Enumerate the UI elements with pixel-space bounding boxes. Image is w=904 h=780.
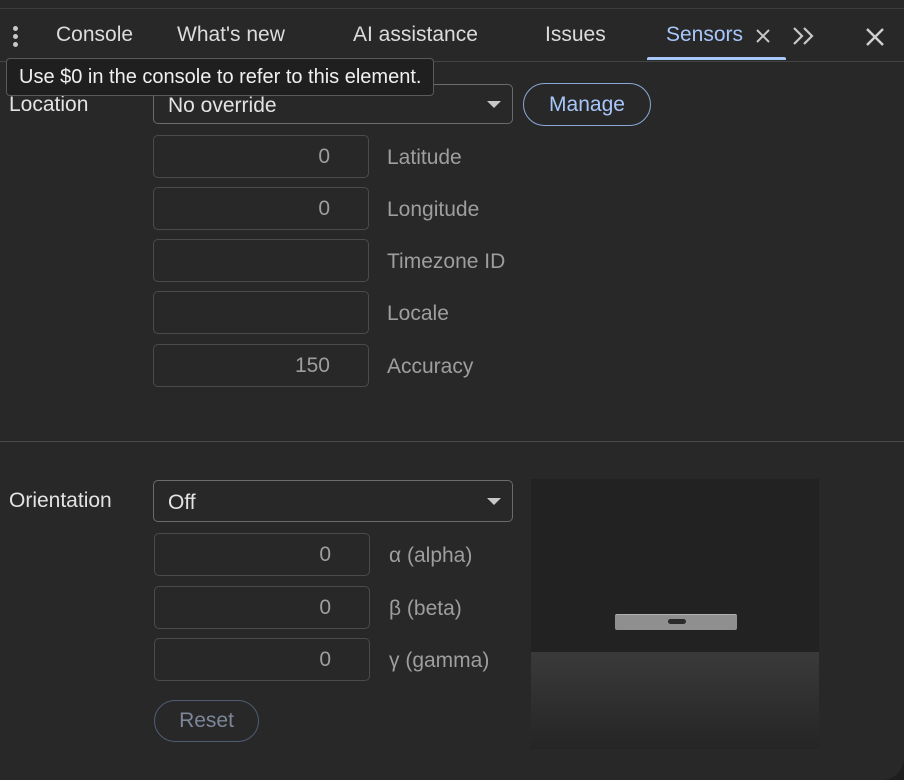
active-tab-indicator [647,57,786,60]
chevron-double-right-icon[interactable] [790,25,818,47]
orientation-preview[interactable] [531,479,819,749]
latitude-label: Latitude [387,146,462,169]
location-label: Location [9,93,89,116]
longitude-label: Longitude [387,198,480,221]
tab-issues[interactable]: Issues [545,23,606,47]
alpha-input[interactable] [154,533,370,576]
gamma-label: γ (gamma) [389,649,490,672]
accuracy-label: Accuracy [387,355,474,378]
reset-button[interactable]: Reset [154,700,259,742]
element-tooltip: Use $0 in the console to refer to this e… [6,58,435,96]
tab-sensors[interactable]: Sensors [666,23,743,47]
section-divider [0,441,904,442]
alpha-label: α (alpha) [389,544,473,567]
preview-floor [531,652,819,749]
location-select-value: No override [168,94,277,117]
latitude-input[interactable] [153,135,369,178]
tab-console[interactable]: Console [56,23,133,47]
tab-ai-assistance[interactable]: AI assistance [353,23,478,47]
device-model[interactable] [615,614,737,630]
timezone-id-label: Timezone ID [387,250,506,273]
dropdown-caret-icon [487,498,501,505]
orientation-select-value: Off [168,491,196,514]
tab-whats-new[interactable]: What's new [177,23,285,47]
close-icon[interactable] [753,26,773,46]
accuracy-input[interactable] [153,344,369,387]
orientation-label: Orientation [9,489,112,512]
manage-button[interactable]: Manage [523,83,651,126]
gamma-input[interactable] [154,638,370,681]
orientation-select[interactable]: Off [153,480,513,522]
close-icon[interactable] [862,24,888,50]
device-notch [668,619,686,624]
beta-input[interactable] [154,586,370,629]
beta-label: β (beta) [389,597,462,620]
dropdown-caret-icon [487,101,501,108]
locale-label: Locale [387,302,449,325]
drawer-tabbar: Console What's new AI assistance Issues … [0,9,904,62]
devtools-drawer: Console What's new AI assistance Issues … [0,0,904,780]
kebab-menu-icon[interactable] [8,25,24,49]
timezone-id-input[interactable] [153,239,369,282]
locale-input[interactable] [153,291,369,334]
longitude-input[interactable] [153,187,369,230]
